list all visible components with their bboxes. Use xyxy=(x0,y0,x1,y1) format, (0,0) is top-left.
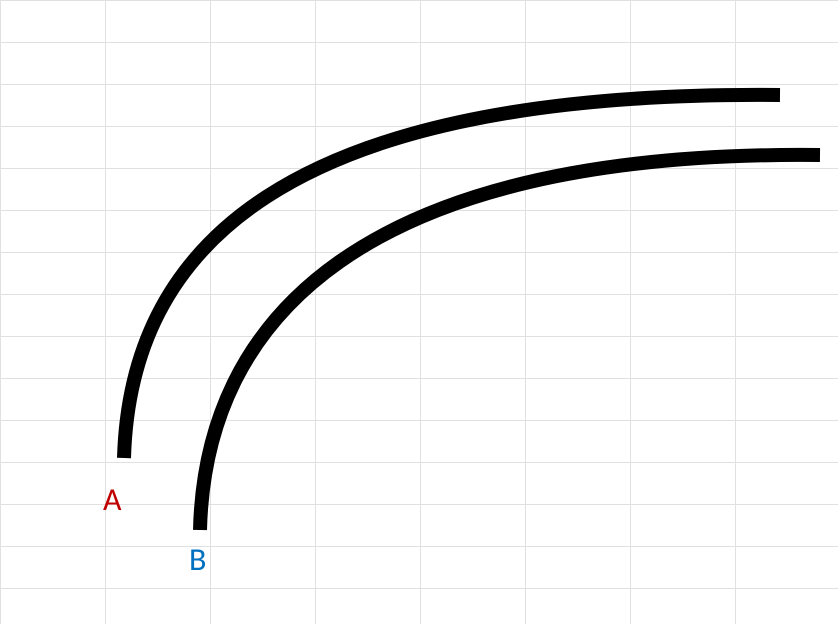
label-a: A xyxy=(103,480,122,519)
curves-diagram xyxy=(0,0,838,624)
label-b: B xyxy=(189,540,206,579)
curve-b xyxy=(200,155,820,530)
